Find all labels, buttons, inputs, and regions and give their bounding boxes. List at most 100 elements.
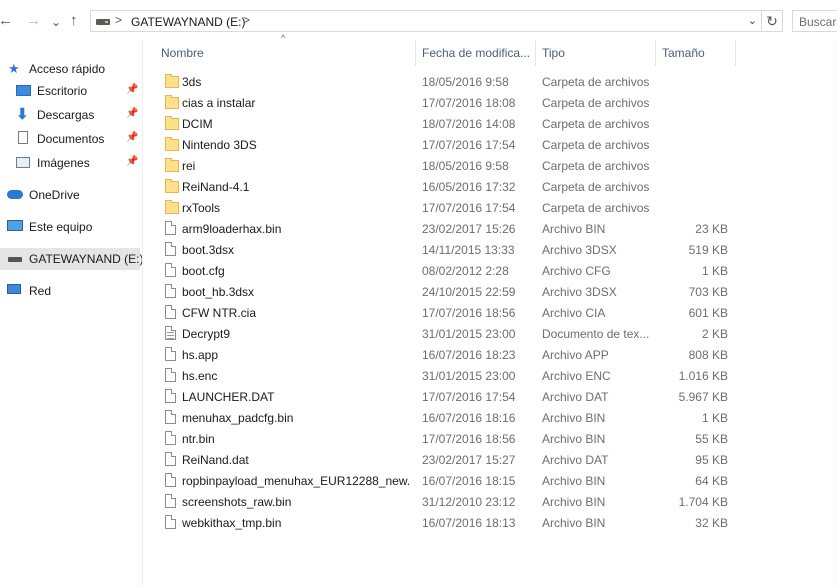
column-header-size[interactable]: Tamaño	[656, 40, 736, 66]
network-icon	[7, 284, 21, 294]
file-date: 31/01/2015 23:00	[422, 369, 516, 383]
file-row[interactable]: rei 18/05/2016 9:58 Carpeta de archivos	[158, 155, 738, 176]
file-name: boot.3dsx	[182, 243, 235, 257]
file-size: 2 KB	[701, 327, 728, 341]
file-row[interactable]: arm9loaderhax.bin 23/02/2017 15:26 Archivo…	[158, 218, 738, 239]
up-arrow-icon[interactable]: ↑	[70, 12, 78, 30]
file-row[interactable]: ReiNand.dat 23/02/2017 15:27 Archivo DAT 95…	[158, 449, 738, 470]
file-type: Archivo CIA	[542, 306, 606, 320]
pin-icon[interactable]: 📌	[126, 156, 138, 167]
column-header-label: Nombre	[161, 46, 204, 60]
navigation-pane: ★ Acceso rápido Escritorio 📌 ⬇ Descargas…	[0, 40, 143, 586]
pin-icon[interactable]: 📌	[126, 84, 138, 95]
file-row[interactable]: ReiNand-4.1 16/05/2016 17:32 Carpeta de ar…	[158, 176, 738, 197]
folder-icon	[165, 158, 179, 172]
chevron-down-icon[interactable]: ⌄	[748, 14, 757, 27]
cloud-icon	[7, 190, 23, 199]
file-row[interactable]: boot.3dsx 14/11/2015 13:33 Archivo 3DSX 519…	[158, 239, 738, 260]
file-type: Carpeta de archivos	[542, 180, 650, 194]
pin-icon[interactable]: 📌	[126, 108, 138, 119]
column-header-name[interactable]: Nombre	[158, 40, 414, 66]
file-icon	[165, 389, 176, 403]
sidebar-item-downloads[interactable]: ⬇ Descargas 📌	[0, 104, 140, 126]
file-size: 1 KB	[701, 264, 728, 278]
file-row[interactable]: ropbinpayload_menuhax_EUR12288_new... 16/…	[158, 470, 738, 491]
file-icon	[165, 284, 176, 298]
file-date: 23/02/2017 15:27	[422, 453, 516, 467]
sidebar-item-network[interactable]: Red	[0, 280, 140, 302]
file-name: ReiNand-4.1	[182, 180, 250, 194]
file-type: Carpeta de archivos	[542, 201, 650, 215]
column-header-type[interactable]: Tipo	[536, 40, 654, 66]
file-date: 17/07/2016 18:56	[422, 432, 516, 446]
file-row[interactable]: menuhax_padcfg.bin 16/07/2016 18:16 Archiv…	[158, 407, 738, 428]
sidebar-item-label: Descargas	[37, 108, 95, 122]
text-file-icon	[165, 326, 176, 340]
sidebar-item-gatewaynand[interactable]: GATEWAYNAND (E:)	[0, 248, 143, 270]
column-header-label: Tipo	[542, 46, 565, 60]
column-separator[interactable]	[735, 40, 736, 66]
file-row[interactable]: ntr.bin 17/07/2016 18:56 Archivo BIN 55 KB	[158, 428, 738, 449]
forward-arrow-icon[interactable]: →	[26, 12, 41, 30]
sidebar-item-label: Documentos	[37, 132, 105, 146]
file-name: hs.enc	[182, 369, 218, 383]
sidebar-item-documents[interactable]: Documentos 📌	[0, 128, 140, 150]
file-name: menuhax_padcfg.bin	[182, 411, 294, 425]
file-date: 14/11/2015 13:33	[422, 243, 515, 257]
file-date: 18/05/2016 9:58	[422, 75, 509, 89]
address-bar[interactable]: > GATEWAYNAND (E:) > ⌄	[90, 10, 762, 32]
file-row[interactable]: cias a instalar 17/07/2016 18:08 Carpeta d…	[158, 92, 738, 113]
file-row[interactable]: webkithax_tmp.bin 16/07/2016 18:13 Archivo…	[158, 512, 738, 533]
sidebar-item-quick-access[interactable]: ★ Acceso rápido	[0, 58, 140, 80]
refresh-button[interactable]: ↻	[762, 10, 783, 32]
file-icon	[165, 221, 176, 235]
breadcrumb-separator[interactable]: >	[243, 13, 250, 27]
file-name: rei	[182, 159, 196, 173]
file-row[interactable]: CFW NTR.cia 17/07/2016 18:56 Archivo CIA 60…	[158, 302, 738, 323]
file-type: Archivo BIN	[542, 411, 606, 425]
sidebar-item-desktop[interactable]: Escritorio 📌	[0, 80, 140, 102]
search-input[interactable]: Buscar	[792, 10, 837, 32]
breadcrumb-separator[interactable]: >	[115, 13, 122, 27]
file-name: 3ds	[182, 75, 202, 89]
sidebar-item-pictures[interactable]: Imágenes 📌	[0, 152, 140, 174]
file-icon	[165, 410, 176, 424]
folder-icon	[165, 179, 179, 193]
file-row[interactable]: LAUNCHER.DAT 17/07/2016 17:54 Archivo DAT 5…	[158, 386, 738, 407]
file-row[interactable]: hs.enc 31/01/2015 23:00 Archivo ENC 1.016 K…	[158, 365, 738, 386]
file-row[interactable]: boot.cfg 08/02/2012 2:28 Archivo CFG 1 KB	[158, 260, 738, 281]
file-type: Archivo 3DSX	[542, 285, 617, 299]
file-date: 16/07/2016 18:13	[422, 516, 516, 530]
sidebar-item-this-pc[interactable]: Este equipo	[0, 216, 140, 238]
column-header-label: Fecha de modifica...	[422, 46, 531, 60]
file-size: 5.967 KB	[678, 390, 728, 404]
file-date: 31/01/2015 23:00	[422, 327, 516, 341]
file-type: Archivo 3DSX	[542, 243, 617, 257]
file-row[interactable]: hs.app 16/07/2016 18:23 Archivo APP 808 KB	[158, 344, 738, 365]
file-row[interactable]: boot_hb.3dsx 24/10/2015 22:59 Archivo 3DSX…	[158, 281, 738, 302]
pin-icon[interactable]: 📌	[126, 132, 138, 143]
file-row[interactable]: Decrypt9 31/01/2015 23:00 Documento de tex…	[158, 323, 738, 344]
pictures-icon	[16, 157, 30, 168]
navigation-bar: ← → ⌄ ↑ > GATEWAYNAND (E:) > ⌄ ↻ Buscar	[0, 0, 837, 40]
back-arrow-icon[interactable]: ←	[0, 12, 13, 30]
file-row[interactable]: screenshots_raw.bin 31/12/2010 23:12 Archi…	[158, 491, 738, 512]
file-type: Carpeta de archivos	[542, 96, 650, 110]
file-row[interactable]: rxTools 17/07/2016 17:54 Carpeta de archiv…	[158, 197, 738, 218]
file-row[interactable]: 3ds 18/05/2016 9:58 Carpeta de archivos	[158, 71, 738, 92]
file-date: 17/07/2016 17:54	[422, 390, 516, 404]
file-date: 18/05/2016 9:58	[422, 159, 509, 173]
sidebar-item-onedrive[interactable]: OneDrive	[0, 184, 140, 206]
pane-divider[interactable]	[142, 40, 143, 586]
file-row[interactable]: DCIM 18/07/2016 14:08 Carpeta de archivos	[158, 113, 738, 134]
breadcrumb-path[interactable]: GATEWAYNAND (E:)	[131, 15, 245, 29]
file-icon	[165, 473, 176, 487]
file-type: Archivo ENC	[542, 369, 611, 383]
recent-locations-icon[interactable]: ⌄	[51, 13, 61, 31]
file-name: ReiNand.dat	[182, 453, 249, 467]
drive-icon	[8, 257, 22, 262]
sidebar-item-label: Red	[29, 284, 52, 298]
column-header-date[interactable]: Fecha de modifica...	[416, 40, 534, 66]
file-icon	[165, 263, 176, 277]
file-row[interactable]: Nintendo 3DS 17/07/2016 17:54 Carpeta de a…	[158, 134, 738, 155]
